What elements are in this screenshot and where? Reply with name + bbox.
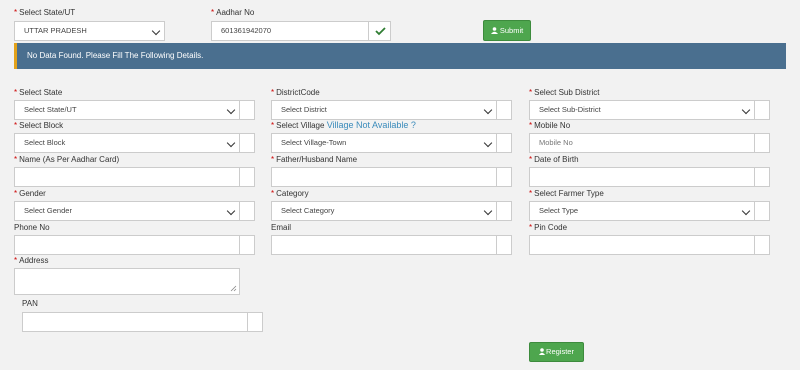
state-ut-label: * Select State/UT — [14, 8, 76, 17]
select-category-dropdown[interactable]: Select Category — [271, 201, 497, 221]
select-block-addon — [239, 133, 255, 153]
resize-handle-icon[interactable] — [230, 285, 237, 292]
select-block-label: * Select Block — [14, 121, 64, 130]
mobile-no-label: * Mobile No — [529, 121, 571, 130]
email-addon — [496, 235, 512, 255]
aadhar-value: 601361942070 — [221, 26, 272, 35]
pin-code-addon — [754, 235, 770, 255]
address-label: * Address — [14, 256, 49, 265]
chevron-down-icon — [226, 138, 236, 148]
aadhar-verified-addon — [368, 21, 391, 41]
select-farmer-type-addon — [754, 201, 770, 221]
state-ut-value: UTTAR PRADESH — [24, 26, 87, 35]
aadhar-input[interactable]: 601361942070 — [211, 21, 369, 41]
select-state-addon — [239, 100, 255, 120]
phone-no-label: Phone No — [14, 223, 50, 232]
chevron-down-icon — [151, 26, 161, 36]
chevron-down-icon — [483, 138, 493, 148]
pan-input[interactable] — [22, 312, 248, 332]
user-plus-icon — [539, 348, 546, 355]
name-label: * Name (As Per Aadhar Card) — [14, 155, 120, 164]
mobile-no-input[interactable]: Mobile No — [529, 133, 755, 153]
chevron-down-icon — [741, 105, 751, 115]
father-husband-name-input[interactable] — [271, 167, 497, 187]
chevron-down-icon — [226, 206, 236, 216]
email-input[interactable] — [271, 235, 497, 255]
state-ut-select[interactable]: UTTAR PRADESH — [14, 21, 165, 41]
select-farmer-type-dropdown[interactable]: Select Type — [529, 201, 755, 221]
chevron-down-icon — [483, 206, 493, 216]
father-husband-name-addon — [496, 167, 512, 187]
name-input[interactable] — [14, 167, 240, 187]
date-of-birth-input[interactable] — [529, 167, 755, 187]
pan-addon — [247, 312, 263, 332]
select-gender-addon — [239, 201, 255, 221]
user-icon — [490, 27, 498, 34]
chevron-down-icon — [226, 105, 236, 115]
chevron-down-icon — [483, 105, 493, 115]
no-data-banner: No Data Found. Please Fill The Following… — [14, 43, 786, 69]
phone-no-input[interactable] — [14, 235, 240, 255]
select-village-addon — [496, 133, 512, 153]
select-category-addon — [496, 201, 512, 221]
name-addon — [239, 167, 255, 187]
gender-label: * Gender — [14, 189, 46, 198]
select-block-dropdown[interactable]: Select Block — [14, 133, 240, 153]
select-state-label: * Select State — [14, 88, 63, 97]
select-district-addon — [496, 100, 512, 120]
village-not-available-link[interactable]: Village Not Available ? — [327, 120, 416, 130]
checkmark-icon — [375, 27, 386, 36]
select-sub-district-dropdown[interactable]: Select Sub-District — [529, 100, 755, 120]
mobile-no-addon — [754, 133, 770, 153]
farmer-type-label: * Select Farmer Type — [529, 189, 604, 198]
select-state-dropdown[interactable]: Select State/UT — [14, 100, 240, 120]
phone-no-addon — [239, 235, 255, 255]
submit-button[interactable]: Submit — [483, 20, 531, 41]
aadhar-label: * Aadhar No — [211, 8, 255, 17]
sub-district-label: * Select Sub District — [529, 88, 600, 97]
select-village-dropdown[interactable]: Select Village-Town — [271, 133, 497, 153]
address-textarea[interactable] — [14, 268, 240, 295]
date-of-birth-label: * Date of Birth — [529, 155, 579, 164]
banner-message: No Data Found. Please Fill The Following… — [27, 51, 204, 60]
pan-label: PAN — [22, 299, 38, 308]
pin-code-label: * Pin Code — [529, 223, 568, 232]
father-husband-name-label: * Father/Husband Name — [271, 155, 358, 164]
select-sub-district-addon — [754, 100, 770, 120]
date-of-birth-addon — [754, 167, 770, 187]
district-code-label: * DistrictCode — [271, 88, 320, 97]
email-label: Email — [271, 223, 292, 232]
chevron-down-icon — [741, 206, 751, 216]
register-button[interactable]: Register — [529, 342, 584, 362]
pin-code-input[interactable] — [529, 235, 755, 255]
select-gender-dropdown[interactable]: Select Gender — [14, 201, 240, 221]
select-district-dropdown[interactable]: Select District — [271, 100, 497, 120]
category-label: * Category — [271, 189, 309, 198]
select-village-label: * Select Village Village Not Available ? — [271, 120, 416, 130]
